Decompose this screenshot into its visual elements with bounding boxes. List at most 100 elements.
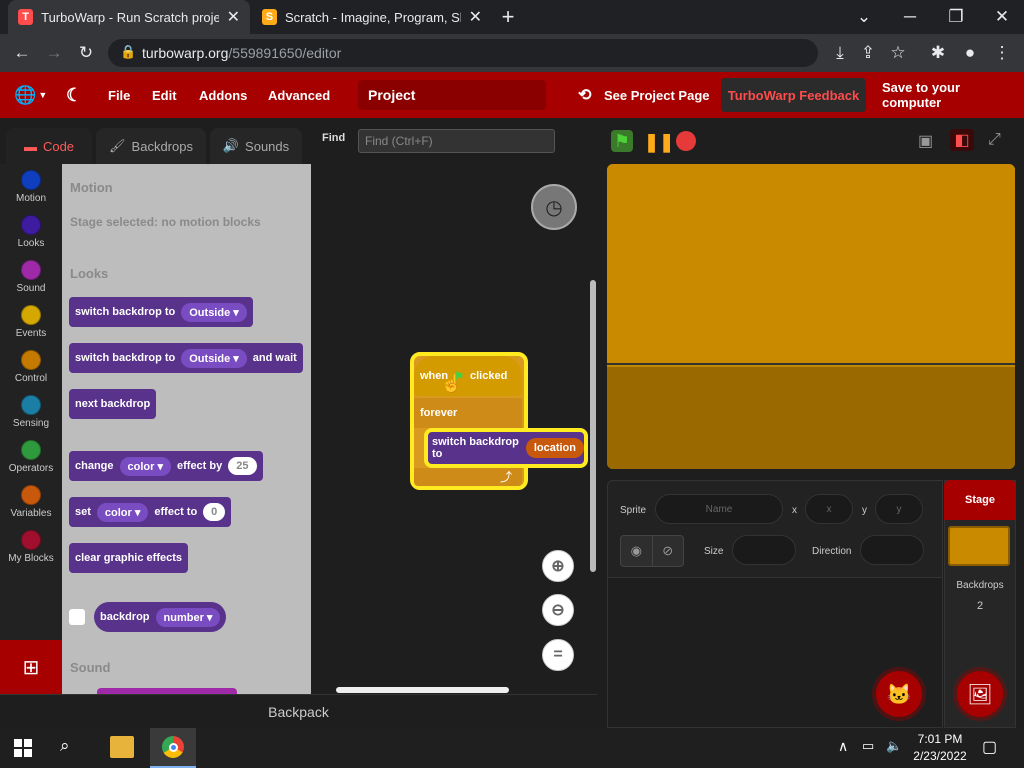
theme-moon-icon[interactable]: ☾ — [56, 72, 92, 118]
backdrop-dropdown[interactable]: Outside ▾ — [181, 302, 247, 322]
add-extension-button[interactable]: ⊞ — [0, 640, 62, 694]
stage-backdrop-sky — [607, 164, 1015, 365]
category-events[interactable]: Events — [0, 305, 62, 339]
clock-time[interactable]: 7:01 PM — [908, 732, 972, 746]
large-stage-icon[interactable]: ◧ — [950, 129, 974, 151]
switch-backdrop-block[interactable]: switch backdrop to location — [424, 428, 588, 468]
windows-start-icon[interactable] — [14, 739, 32, 757]
category-control[interactable]: Control — [0, 350, 62, 384]
chrome-menu-icon[interactable]: ⋮ — [988, 39, 1016, 67]
pause-button[interactable]: ❚❚ — [644, 132, 674, 152]
choose-backdrop-button[interactable]: 🖼 — [957, 671, 1003, 717]
zoom-in-button[interactable]: ⊕ — [542, 550, 574, 582]
category-looks[interactable]: Looks — [0, 215, 62, 249]
tab-search-icon[interactable]: ⌄ — [850, 3, 878, 31]
block-backdrop-reporter[interactable]: backdrop number ▾ — [94, 602, 227, 632]
browser-tab-turbowarp[interactable]: T TurboWarp - Run Scratch project ✕ — [8, 0, 250, 34]
block-clear-effects[interactable]: clear graphic effects — [69, 543, 188, 573]
menu-advanced[interactable]: Advanced — [258, 72, 340, 118]
zoom-reset-button[interactable]: = — [542, 639, 574, 671]
extensions-puzzle-icon[interactable]: ✱ — [924, 39, 952, 67]
category-sound[interactable]: Sound — [0, 260, 62, 294]
block-switch-backdrop[interactable]: switch backdrop to Outside ▾ — [69, 297, 253, 327]
tab-backdrops[interactable]: 🖌 Backdrops — [96, 128, 206, 164]
green-flag-button[interactable]: ⚑ — [611, 130, 633, 152]
when-flag-clicked-block[interactable]: when ⚑ clicked — [414, 356, 522, 396]
install-icon[interactable]: ⤓ — [826, 39, 854, 67]
category-motion[interactable]: Motion — [0, 170, 62, 204]
volume-icon[interactable]: 🔈 — [886, 738, 902, 754]
vertical-scrollbar[interactable] — [590, 280, 596, 572]
category-sensing[interactable]: Sensing — [0, 395, 62, 429]
hide-eye-icon[interactable]: ⊘ — [653, 536, 684, 566]
tray-chevron-icon[interactable]: ∧ — [838, 738, 848, 755]
language-globe-icon[interactable]: 🌐 ▼ — [4, 72, 57, 118]
y-input[interactable]: y — [875, 494, 923, 524]
category-operators[interactable]: Operators — [0, 440, 62, 474]
bookmark-star-icon[interactable]: ☆ — [884, 39, 912, 67]
find-input[interactable]: Find (Ctrl+F) — [358, 129, 555, 153]
chrome-taskbar-button[interactable] — [150, 728, 196, 768]
forever-block[interactable]: forever — [414, 398, 522, 428]
visibility-toggle[interactable]: ◉ ⊘ — [620, 535, 684, 567]
search-icon[interactable]: ⌕ — [60, 736, 70, 756]
block-change-effect[interactable]: change color ▾ effect by 25 — [69, 451, 263, 481]
backdrop-number-dropdown[interactable]: number ▾ — [155, 607, 221, 627]
effect-dropdown[interactable]: color ▾ — [96, 502, 149, 522]
category-variables[interactable]: Variables — [0, 485, 62, 519]
minimize-icon[interactable]: ─ — [896, 3, 924, 31]
show-eye-icon[interactable]: ◉ — [621, 536, 653, 566]
new-tab-icon[interactable]: + — [494, 3, 522, 31]
sprite-name-input[interactable]: Name — [655, 494, 783, 524]
close-tab-icon[interactable]: ✕ — [469, 7, 482, 27]
tab-code[interactable]: ▬ Code — [6, 128, 92, 164]
category-dot — [21, 305, 41, 325]
file-explorer-icon[interactable] — [110, 736, 134, 758]
size-input[interactable] — [732, 535, 796, 565]
stage-canvas[interactable] — [607, 164, 1015, 469]
close-tab-icon[interactable]: ✕ — [227, 7, 240, 27]
reload-icon[interactable]: ↻ — [72, 39, 100, 67]
menu-edit[interactable]: Edit — [142, 72, 187, 118]
tab-sounds[interactable]: 🔊 Sounds — [210, 128, 302, 164]
project-title-input[interactable]: Project — [358, 80, 546, 110]
forward-icon[interactable]: → — [40, 39, 68, 67]
choose-sprite-button[interactable]: 🐱 — [876, 671, 922, 717]
browser-tab-scratch[interactable]: S Scratch - Imagine, Program, Shar ✕ — [252, 0, 492, 34]
small-stage-icon[interactable]: ▣ — [918, 131, 933, 151]
restore-icon[interactable]: ❐ — [942, 3, 970, 31]
save-to-computer-button[interactable]: Save to your computer — [872, 72, 1024, 118]
menu-file[interactable]: File — [98, 72, 140, 118]
feedback-button[interactable]: TurboWarp Feedback — [721, 78, 866, 112]
monitor-checkbox[interactable] — [69, 609, 85, 625]
category-my-blocks[interactable]: My Blocks — [0, 530, 62, 564]
back-icon[interactable]: ← — [8, 39, 36, 67]
effect-value-input[interactable]: 0 — [203, 503, 226, 521]
backdrop-dropdown[interactable]: Outside ▾ — [181, 348, 247, 368]
backpack-bar[interactable]: Backpack — [0, 694, 597, 728]
stage-thumbnail — [948, 526, 1010, 566]
effect-amount-input[interactable]: 25 — [228, 457, 257, 475]
block-next-backdrop[interactable]: next backdrop — [69, 389, 157, 419]
x-input[interactable]: x — [805, 494, 853, 524]
effect-dropdown[interactable]: color ▾ — [119, 456, 171, 476]
horizontal-scrollbar[interactable] — [336, 687, 509, 693]
code-icon: ▬ — [23, 138, 37, 154]
zoom-out-button[interactable]: ⊖ — [542, 594, 574, 626]
network-icon[interactable]: ▭ — [862, 738, 874, 754]
url-bar[interactable]: 🔒 turbowarp.org/559891650/editor — [108, 39, 818, 67]
block-switch-backdrop-wait[interactable]: switch backdrop to Outside ▾ and wait — [69, 343, 303, 373]
share-icon[interactable]: ⇪ — [854, 39, 882, 67]
close-window-icon[interactable]: ✕ — [988, 3, 1016, 31]
notifications-icon[interactable]: ▢ — [982, 737, 997, 757]
location-reporter[interactable]: location — [525, 438, 584, 458]
size-label: Size — [704, 546, 724, 557]
direction-input[interactable] — [860, 535, 924, 565]
block-set-effect[interactable]: set color ▾ effect to 0 — [69, 497, 232, 527]
clock-date[interactable]: 2/23/2022 — [908, 749, 972, 763]
profile-avatar-icon[interactable]: ● — [956, 39, 984, 67]
menu-addons[interactable]: Addons — [189, 72, 257, 118]
fullscreen-icon[interactable]: ⤢ — [988, 131, 1001, 149]
stop-button[interactable] — [676, 131, 696, 151]
see-project-page-link[interactable]: See Project Page — [594, 72, 720, 118]
